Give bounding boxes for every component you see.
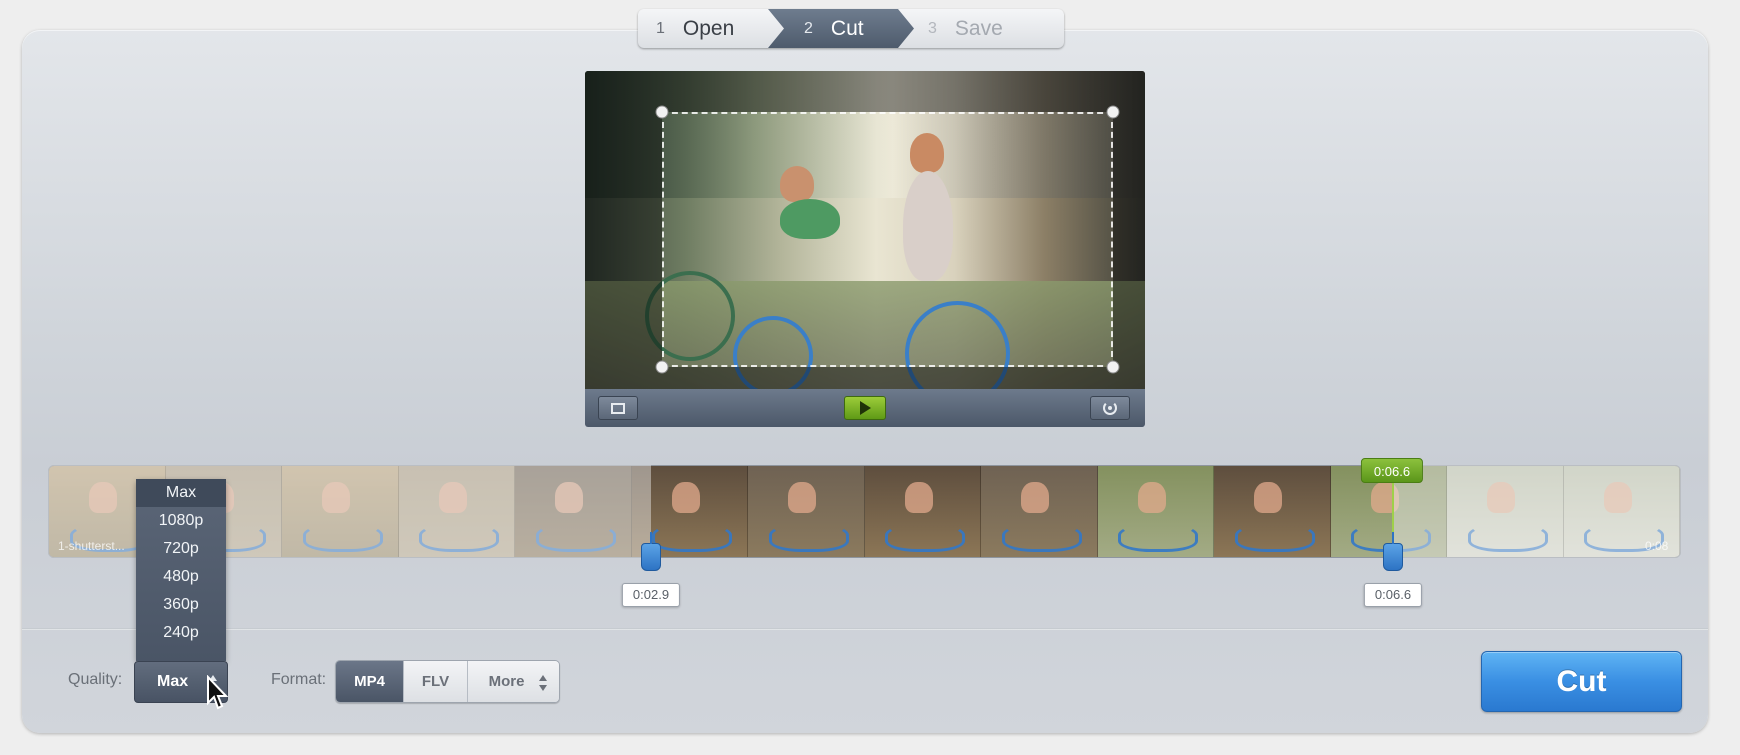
step-label: Cut [830, 16, 864, 40]
crop-handle-top-left[interactable] [655, 105, 669, 119]
step-label: Save [954, 16, 1003, 40]
crop-frame[interactable] [662, 112, 1113, 367]
timeline-frame [398, 466, 515, 557]
play-icon [859, 401, 871, 415]
timeline-frame [515, 466, 632, 557]
crop-dim-left [585, 112, 662, 367]
step-cut[interactable]: 2 Cut [768, 9, 914, 48]
quality-option-max[interactable]: Max [136, 479, 226, 507]
timeline-strip[interactable] [48, 465, 1681, 558]
end-time-label: 0:06.6 [1363, 583, 1423, 607]
crop-dim-bottom [585, 367, 1145, 389]
format-more-label: More [488, 673, 525, 690]
crop-handle-bottom-right[interactable] [1106, 360, 1120, 374]
step-number: 1 [656, 19, 665, 37]
quality-dropdown-menu: Max 1080p 720p 480p 360p 240p [136, 479, 226, 661]
timeline-frame [282, 466, 399, 557]
end-marker[interactable] [1383, 543, 1403, 571]
quality-option-1080p[interactable]: 1080p [136, 507, 226, 535]
timeline-frame [1097, 466, 1214, 557]
quality-label: Quality: [68, 671, 123, 688]
updown-arrows-icon [539, 675, 547, 691]
panel-divider [22, 628, 1708, 630]
crop-dim-top [585, 71, 1145, 112]
timeline-frame [748, 466, 865, 557]
crop-handle-bottom-left[interactable] [655, 360, 669, 374]
step-wizard: 1 Open 2 Cut 3 Save [638, 9, 1080, 48]
crop-button[interactable] [598, 396, 638, 420]
step-number: 2 [804, 19, 813, 37]
timeline-duration: 0:08 [1645, 539, 1669, 553]
timeline-frame [1447, 466, 1564, 557]
timeline-frame [981, 466, 1098, 557]
quality-option-720p[interactable]: 720p [136, 535, 226, 563]
format-more-button[interactable]: More [468, 661, 559, 702]
reset-icon [1103, 401, 1117, 415]
format-selector: MP4 FLV More [335, 660, 560, 703]
format-label: Format: [271, 671, 327, 688]
quality-option-240p[interactable]: 240p [136, 619, 226, 647]
format-flv-button[interactable]: FLV [404, 661, 468, 702]
quality-selected-value: Max [157, 673, 189, 690]
step-open[interactable]: 1 Open [638, 9, 784, 48]
step-save[interactable]: 3 Save [898, 9, 1064, 48]
video-preview[interactable] [585, 71, 1145, 389]
mouse-cursor-icon [207, 675, 228, 710]
quality-option-360p[interactable]: 360p [136, 591, 226, 619]
crop-dim-right [1113, 112, 1145, 367]
step-number: 3 [928, 19, 937, 37]
step-label: Open [682, 16, 735, 40]
format-mp4-button[interactable]: MP4 [336, 661, 404, 702]
quality-option-480p[interactable]: 480p [136, 563, 226, 591]
reset-crop-button[interactable] [1090, 396, 1130, 420]
timeline-frame [1214, 466, 1331, 557]
playhead-time[interactable]: 0:06.6 [1360, 458, 1424, 483]
play-button[interactable] [844, 396, 886, 420]
timeline-filename: 1-shutterst... [58, 539, 125, 553]
start-time-label: 0:02.9 [621, 583, 681, 607]
crop-icon [611, 402, 625, 414]
timeline-frame [864, 466, 981, 557]
crop-handle-top-right[interactable] [1106, 105, 1120, 119]
video-toolbar [585, 389, 1145, 427]
start-marker[interactable] [641, 543, 661, 571]
cut-button[interactable]: Cut [1481, 651, 1682, 712]
